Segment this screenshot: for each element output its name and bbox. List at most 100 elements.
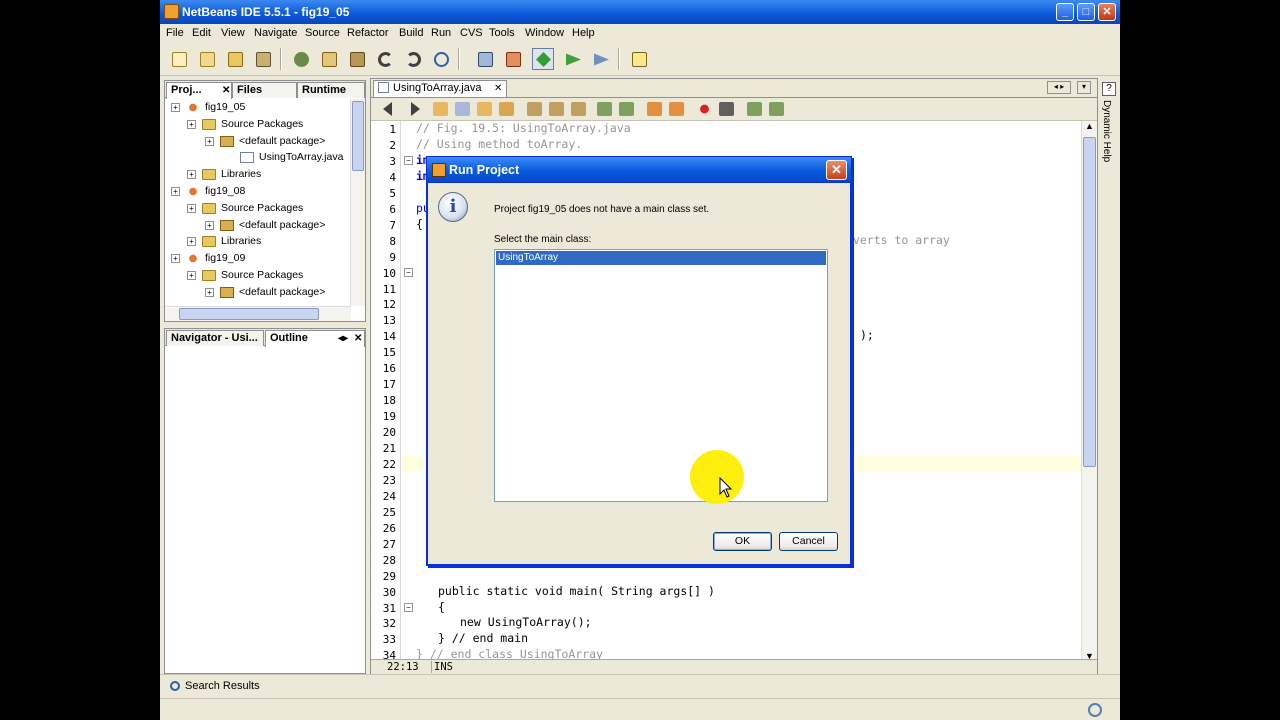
- next-bookmark-icon[interactable]: [549, 102, 564, 116]
- undo-icon[interactable]: [374, 48, 396, 70]
- new-project-button[interactable]: [196, 48, 218, 70]
- cut-icon[interactable]: [290, 48, 312, 70]
- menu-help[interactable]: Help: [572, 27, 595, 39]
- ok-button[interactable]: OK: [713, 532, 772, 551]
- package-icon: [220, 219, 234, 231]
- title-bar[interactable]: NetBeans IDE 5.5.1 - fig19_05 _ □ ✕: [160, 0, 1120, 24]
- help-icon[interactable]: [628, 48, 650, 70]
- stop-macro-icon[interactable]: [669, 102, 684, 116]
- expand-toggle-icon[interactable]: +: [187, 237, 196, 247]
- comment-icon[interactable]: [747, 102, 762, 116]
- prev-bookmark-icon[interactable]: [527, 102, 542, 116]
- expand-toggle-icon[interactable]: +: [171, 254, 180, 264]
- project-icon: [186, 253, 200, 265]
- menu-view[interactable]: View: [221, 27, 245, 39]
- horizontal-scrollbar[interactable]: [165, 306, 351, 321]
- close-icon[interactable]: ✕: [222, 85, 230, 96]
- tab-scroll-icon[interactable]: ◂ ▸: [1047, 81, 1071, 94]
- expand-toggle-icon[interactable]: +: [187, 170, 196, 180]
- line-number: 27: [382, 537, 396, 551]
- dialog-title-bar[interactable]: Run Project ✕: [426, 156, 852, 183]
- new-file-button[interactable]: [168, 48, 190, 70]
- find-prev-icon[interactable]: [433, 102, 448, 116]
- menu-cvs[interactable]: CVS: [460, 27, 483, 39]
- chevron-down-icon[interactable]: ▾: [1077, 81, 1091, 94]
- tab-outline[interactable]: Outline ◂▸ ✕: [265, 330, 365, 347]
- debug-icon[interactable]: [562, 48, 584, 70]
- record-icon[interactable]: [697, 102, 712, 116]
- main-class-list[interactable]: UsingToArray: [494, 249, 828, 502]
- info-icon: i: [438, 192, 468, 222]
- close-icon[interactable]: ✕: [494, 83, 502, 94]
- menu-navigate[interactable]: Navigate: [254, 27, 297, 39]
- expand-toggle-icon[interactable]: +: [205, 287, 214, 297]
- menu-file[interactable]: File: [166, 27, 184, 39]
- line-number: 30: [382, 585, 396, 599]
- copy-icon[interactable]: [318, 48, 340, 70]
- code-line: nverts to array: [846, 232, 950, 247]
- back-icon[interactable]: [383, 102, 392, 116]
- paste-icon[interactable]: [346, 48, 368, 70]
- scroll-up-icon[interactable]: ▲: [1085, 121, 1094, 131]
- editor-vertical-scrollbar[interactable]: ▲ ▼: [1081, 121, 1097, 661]
- redo-icon[interactable]: [402, 48, 424, 70]
- expand-toggle-icon[interactable]: +: [205, 136, 214, 146]
- fold-toggle-icon[interactable]: −: [404, 267, 413, 277]
- tab-runtime[interactable]: Runtime: [297, 82, 365, 98]
- menu-run[interactable]: Run: [431, 27, 451, 39]
- fold-toggle-icon[interactable]: −: [404, 155, 413, 165]
- save-all-button[interactable]: [252, 48, 274, 70]
- tab-files[interactable]: Files: [232, 82, 297, 98]
- list-item[interactable]: UsingToArray: [496, 251, 826, 265]
- uncomment-icon[interactable]: [769, 102, 784, 116]
- tree-item-label: <default package>: [239, 285, 326, 298]
- garbage-collect-icon[interactable]: [1088, 703, 1102, 717]
- profile-icon[interactable]: [590, 48, 612, 70]
- start-macro-icon[interactable]: [647, 102, 662, 116]
- expand-toggle-icon[interactable]: +: [171, 103, 180, 112]
- menu-edit[interactable]: Edit: [192, 27, 211, 39]
- clean-build-icon[interactable]: [502, 48, 524, 70]
- line-number: 20: [382, 426, 396, 440]
- tab-navigator[interactable]: Navigator - Usi...: [166, 330, 264, 346]
- menu-build[interactable]: Build: [399, 27, 423, 39]
- tab-usingtoarray-java[interactable]: UsingToArray.java ✕: [373, 80, 507, 97]
- stop-icon[interactable]: [719, 102, 734, 116]
- pin-icon[interactable]: ◂▸: [338, 333, 348, 344]
- expand-toggle-icon[interactable]: +: [187, 203, 196, 213]
- shift-left-icon[interactable]: [597, 102, 612, 116]
- expand-toggle-icon[interactable]: +: [187, 119, 196, 129]
- expand-toggle-icon[interactable]: +: [171, 187, 180, 196]
- code-line: );: [860, 328, 874, 343]
- build-icon[interactable]: [474, 48, 496, 70]
- expand-toggle-icon[interactable]: +: [187, 271, 196, 280]
- line-number: 15: [382, 346, 396, 360]
- find-next-icon[interactable]: [477, 102, 492, 116]
- forward-icon[interactable]: [411, 102, 420, 116]
- find-icon[interactable]: [430, 48, 452, 70]
- toggle-highlight-icon[interactable]: [499, 102, 514, 116]
- maximize-button[interactable]: □: [1077, 3, 1095, 21]
- close-icon[interactable]: ✕: [354, 333, 362, 344]
- open-project-button[interactable]: [224, 48, 246, 70]
- find-icon[interactable]: [455, 102, 470, 116]
- fold-toggle-icon[interactable]: −: [404, 602, 413, 612]
- close-button[interactable]: ✕: [1098, 3, 1116, 21]
- menu-window[interactable]: Window: [525, 27, 564, 39]
- tab-projects[interactable]: Proj... ✕: [166, 82, 232, 99]
- toggle-bookmark-icon[interactable]: [571, 102, 586, 116]
- menu-refactor[interactable]: Refactor: [347, 27, 389, 39]
- minimize-button[interactable]: _: [1056, 3, 1074, 21]
- menu-source[interactable]: Source: [305, 27, 340, 39]
- shift-right-icon[interactable]: [619, 102, 634, 116]
- run-main-project-icon[interactable]: [532, 48, 554, 70]
- line-number: 11: [382, 282, 396, 296]
- dialog-close-button[interactable]: ✕: [826, 160, 847, 180]
- dynamic-help-strip[interactable]: ? Dynamic Help: [1100, 80, 1118, 180]
- search-results-tab[interactable]: Search Results: [185, 680, 260, 692]
- expand-toggle-icon[interactable]: +: [205, 220, 214, 230]
- project-icon: [186, 186, 200, 197]
- vertical-scrollbar[interactable]: [350, 99, 365, 306]
- cancel-button[interactable]: Cancel: [779, 532, 838, 551]
- menu-tools[interactable]: Tools: [489, 27, 515, 39]
